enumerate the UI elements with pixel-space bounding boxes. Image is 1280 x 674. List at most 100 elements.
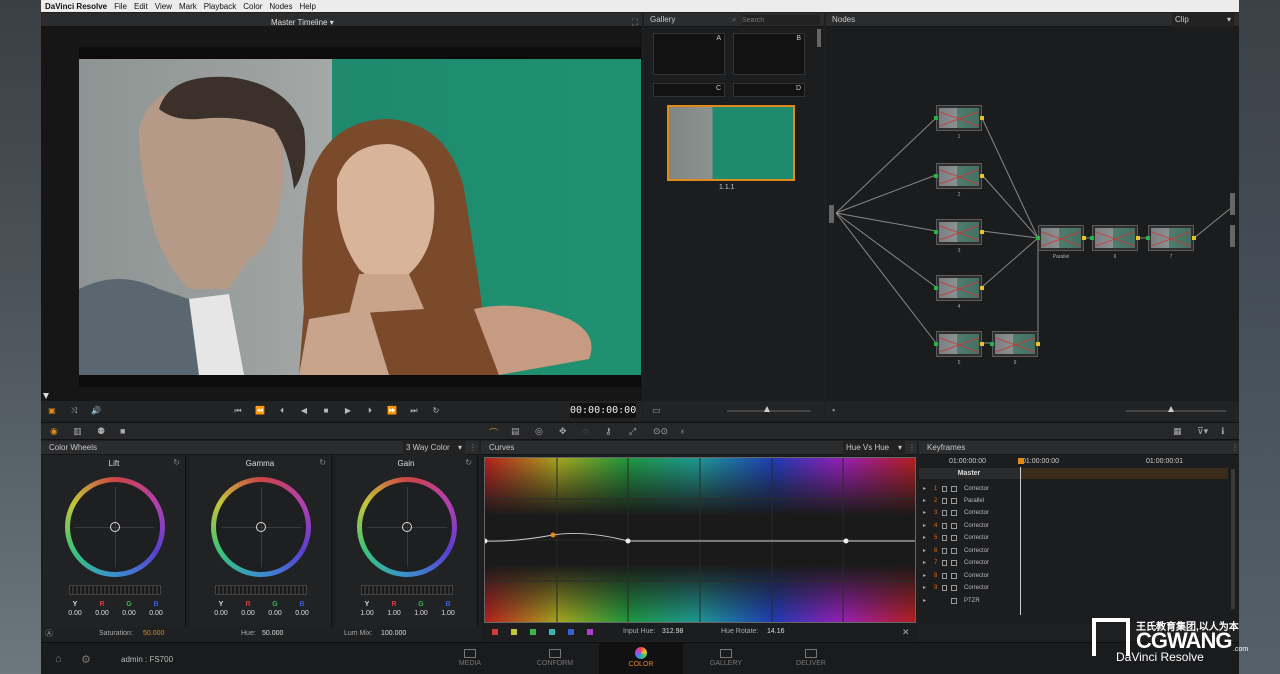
clip-mode-icon[interactable]: ▣ <box>41 406 63 415</box>
node-8[interactable]: 7 <box>1146 225 1196 260</box>
curves-icon[interactable]: ⌒ <box>489 426 498 439</box>
auto-balance-icon[interactable]: Ⓐ <box>45 627 53 641</box>
lock-icon[interactable] <box>942 498 947 504</box>
primaries-bars-icon[interactable]: ▥ <box>73 426 82 437</box>
stereo-icon[interactable]: ⊙⊙ <box>653 426 668 437</box>
menu-icon[interactable]: ⋮ <box>1231 441 1239 455</box>
wheel-mode-dropdown[interactable]: 3 Way Color ▾ <box>403 441 465 455</box>
lock-icon[interactable] <box>942 573 947 579</box>
menu-mark[interactable]: Mark <box>179 2 197 11</box>
gallery-zoom-handle[interactable] <box>764 406 770 412</box>
lock-icon[interactable] <box>942 535 947 541</box>
keyframe-track-row[interactable]: ▸ 8 Corrector <box>919 570 1019 582</box>
lift-puck[interactable] <box>110 522 120 532</box>
gain-color-wheel[interactable] <box>357 477 457 577</box>
rewind-button[interactable]: ⏪ <box>249 406 271 415</box>
still-album-d[interactable]: D <box>733 83 805 97</box>
lift-g-value[interactable]: 0.00 <box>119 610 139 617</box>
gamma-b-value[interactable]: 0.00 <box>292 610 312 617</box>
menu-help[interactable]: Help <box>300 2 316 11</box>
lock-icon[interactable] <box>942 560 947 566</box>
reset-icon[interactable]: ↻ <box>173 458 180 467</box>
home-icon[interactable]: ⌂ <box>55 653 62 665</box>
page-tab-deliver[interactable]: DELIVER <box>769 643 853 674</box>
node-list-icon[interactable]: ▪ <box>832 405 835 415</box>
keyframe-track-row[interactable]: ▸ 5 Corrector <box>919 532 1019 544</box>
qualifier-icon[interactable]: ▤ <box>511 426 520 437</box>
expand-arrow-icon[interactable]: ▸ <box>923 595 926 607</box>
keyframe-track-row[interactable]: ▸ 2 Parallel <box>919 495 1019 507</box>
page-tab-gallery[interactable]: GALLERY <box>684 643 768 674</box>
lock-icon[interactable] <box>942 510 947 516</box>
key-icon[interactable]: ⚷ <box>605 426 612 437</box>
menu-edit[interactable]: Edit <box>134 2 148 11</box>
lift-y-value[interactable]: 0.00 <box>65 610 85 617</box>
keyframe-track-row[interactable]: ▸ 3 Corrector <box>919 507 1019 519</box>
viewer-frame[interactable] <box>79 47 641 387</box>
still-thumbnail[interactable] <box>667 105 795 181</box>
lock-icon[interactable] <box>942 585 947 591</box>
hue-value[interactable]: 50.000 <box>262 627 283 641</box>
window-icon[interactable]: ◎ <box>535 426 543 437</box>
still-album-a[interactable]: A <box>653 33 725 75</box>
go-to-end-button[interactable]: ⏭ <box>403 406 425 416</box>
gamma-puck[interactable] <box>256 522 266 532</box>
grid-view-icon[interactable]: ▦ <box>1173 426 1182 437</box>
lift-r-value[interactable]: 0.00 <box>92 610 112 617</box>
gain-b-value[interactable]: 1.00 <box>438 610 458 617</box>
lift-master-wheel[interactable] <box>69 585 161 595</box>
curve-mode-dropdown[interactable]: Hue Vs Hue ▾ <box>843 441 905 455</box>
cyan-swatch[interactable] <box>549 629 555 635</box>
play-button[interactable]: ▶ <box>337 406 359 415</box>
stop-button[interactable]: ■ <box>315 406 337 415</box>
node-input-handle[interactable] <box>829 205 834 223</box>
shuffle-icon[interactable]: ⤨ <box>63 406 85 416</box>
rgb-mixer-icon[interactable]: ■ <box>120 426 125 436</box>
menu-playback[interactable]: Playback <box>204 2 236 11</box>
expand-icon[interactable]: ⛶ <box>632 15 638 29</box>
gain-master-wheel[interactable] <box>361 585 453 595</box>
red-swatch[interactable] <box>492 629 498 635</box>
fast-forward-button[interactable]: ⏩ <box>381 406 403 415</box>
node-parallel[interactable]: Parallel <box>1036 225 1086 260</box>
menu-view[interactable]: View <box>155 2 172 11</box>
gamma-r-value[interactable]: 0.00 <box>238 610 258 617</box>
expand-arrow-icon[interactable]: ▸ <box>923 570 926 582</box>
reset-icon[interactable]: ↻ <box>465 458 472 467</box>
gallery-view-icon[interactable]: ▭ <box>652 405 661 416</box>
expand-arrow-icon[interactable]: ▸ <box>923 582 926 594</box>
keyframe-track-row[interactable]: ▸ 4 Corrector <box>919 520 1019 532</box>
lift-b-value[interactable]: 0.00 <box>146 610 166 617</box>
expand-arrow-icon[interactable]: ▸ <box>923 545 926 557</box>
hue-vs-hue-curve-graph[interactable] <box>484 457 916 623</box>
gamma-color-wheel[interactable] <box>211 477 311 577</box>
menu-color[interactable]: Color <box>243 2 262 11</box>
gamma-g-value[interactable]: 0.00 <box>265 610 285 617</box>
node-2[interactable]: 2 <box>934 163 984 198</box>
magenta-swatch[interactable] <box>587 629 593 635</box>
gain-puck[interactable] <box>402 522 412 532</box>
info-icon[interactable]: ℹ <box>1221 426 1224 437</box>
tracker-icon[interactable]: ✥ <box>559 426 567 437</box>
node-1[interactable]: 1 <box>934 105 984 140</box>
menu-file[interactable]: File <box>114 2 127 11</box>
gamma-y-value[interactable]: 0.00 <box>211 610 231 617</box>
page-tab-color[interactable]: COLOR <box>599 643 683 674</box>
node-zoom-slider[interactable] <box>1126 410 1226 412</box>
play-reverse-button[interactable]: ◀ <box>293 406 315 415</box>
filter-icon[interactable]: ⊽▾ <box>1197 426 1208 437</box>
expand-arrow-icon[interactable]: ▸ <box>923 520 926 532</box>
menu-nodes[interactable]: Nodes <box>269 2 292 11</box>
lum-mix-value[interactable]: 100.000 <box>381 627 406 641</box>
node-3[interactable]: 3 <box>934 219 984 254</box>
lift-color-wheel[interactable] <box>65 477 165 577</box>
menu-icon[interactable]: ⋮ <box>469 441 477 455</box>
keyframe-track-row[interactable]: ▸ 9 Corrector <box>919 582 1019 594</box>
color-wheels-icon[interactable]: ◉ <box>50 426 58 437</box>
lock-icon[interactable] <box>942 523 947 529</box>
still-album-b[interactable]: B <box>733 33 805 75</box>
gallery-scrollbar[interactable] <box>817 29 821 47</box>
next-frame-button[interactable]: ⏵ <box>359 406 381 416</box>
gain-g-value[interactable]: 1.00 <box>411 610 431 617</box>
gallery-search-input[interactable] <box>742 15 820 25</box>
